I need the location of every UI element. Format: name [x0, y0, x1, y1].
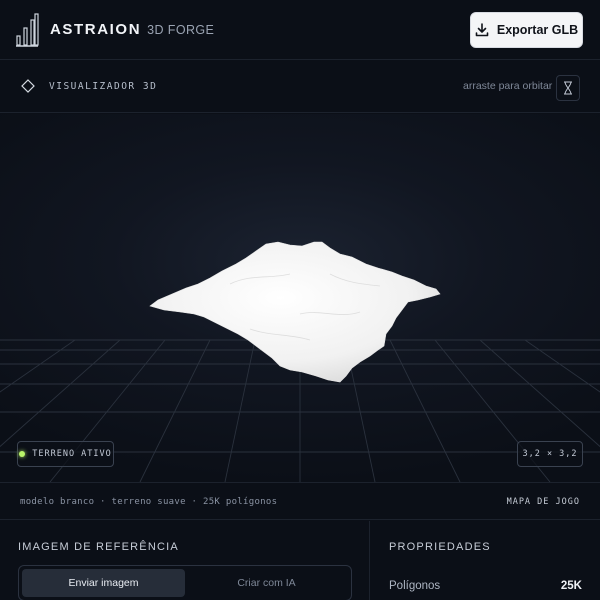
- viewer-title: VISUALIZADOR 3D: [49, 81, 158, 92]
- tab-upload-image[interactable]: Enviar imagem: [22, 569, 185, 597]
- hourglass-icon: [564, 81, 572, 95]
- export-glb-button[interactable]: Exportar GLB: [470, 12, 583, 48]
- diamond-icon: [21, 79, 35, 93]
- download-icon: [475, 23, 489, 37]
- 3d-viewport[interactable]: TERRENO ATIVO 3,2 × 3,2: [0, 114, 600, 482]
- terrain-mesh: [149, 241, 441, 383]
- model-description: modelo branco · terreno suave · 25K polí…: [20, 497, 278, 507]
- terrain-status-badge: TERRENO ATIVO: [17, 441, 114, 467]
- orbit-hint: arraste para orbitar: [463, 80, 553, 92]
- reference-source-tabs: Enviar imagem Criar com IA: [18, 565, 352, 600]
- tab-create-with-ai[interactable]: Criar com IA: [185, 569, 348, 597]
- top-bar: ASTRAION 3D FORGE Exportar GLB: [0, 0, 600, 60]
- status-dot-icon: [19, 451, 26, 457]
- hourglass-button[interactable]: [556, 75, 580, 101]
- brand: ASTRAION 3D FORGE: [50, 21, 214, 38]
- terrain-scene: [0, 241, 600, 482]
- reference-panel-title: IMAGEM DE REFERÊNCIA: [18, 541, 179, 553]
- brand-subtitle: 3D FORGE: [147, 23, 215, 37]
- dimensions-label: 3,2 × 3,2: [522, 449, 578, 459]
- model-info-bar: modelo branco · terreno suave · 25K polí…: [0, 482, 600, 520]
- logo-icon: [16, 13, 39, 47]
- brand-name: ASTRAION: [50, 21, 142, 38]
- property-label: Polígonos: [389, 580, 441, 592]
- dimensions-badge: 3,2 × 3,2: [517, 441, 583, 467]
- status-label: TERRENO ATIVO: [32, 449, 112, 459]
- property-value: 25K: [560, 580, 582, 592]
- properties-panel: PROPRIEDADES Polígonos 25K: [371, 521, 600, 600]
- viewer-header: VISUALIZADOR 3D arraste para orbitar: [0, 61, 600, 113]
- property-row-polygons: Polígonos 25K: [389, 580, 582, 592]
- mode-label: MAPA DE JOGO: [506, 497, 580, 507]
- reference-image-panel: IMAGEM DE REFERÊNCIA Enviar imagem Criar…: [0, 521, 370, 600]
- properties-panel-title: PROPRIEDADES: [389, 541, 491, 553]
- export-label: Exportar GLB: [496, 23, 579, 37]
